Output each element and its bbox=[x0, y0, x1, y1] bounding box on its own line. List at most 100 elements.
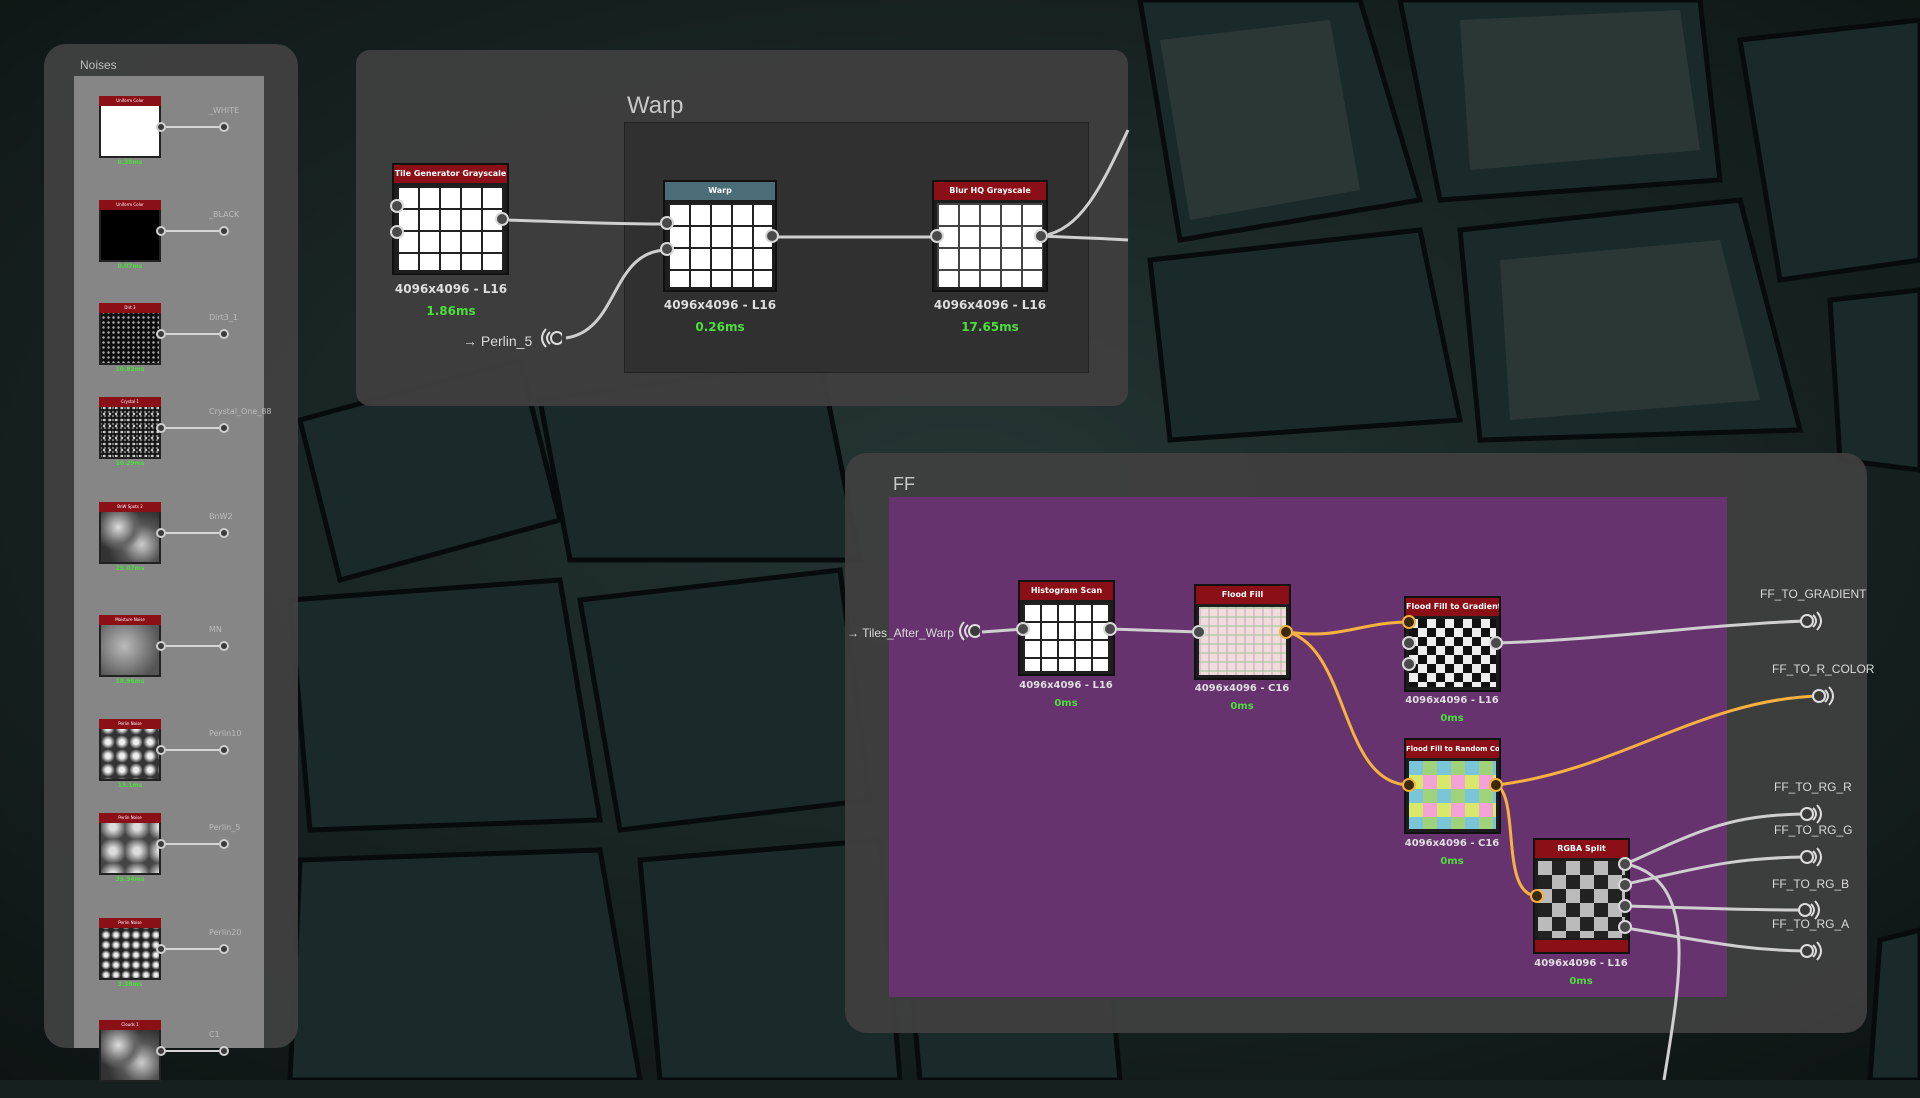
noise-node-timing: 0.07ms bbox=[117, 263, 143, 270]
noise-graph-output-icon[interactable] bbox=[219, 944, 229, 954]
flood-fill-output[interactable] bbox=[1279, 625, 1293, 639]
output-icon-ff-to-rg-b[interactable] bbox=[1798, 897, 1824, 923]
noise-output-port[interactable] bbox=[156, 1046, 166, 1056]
noise-graph-output-icon[interactable] bbox=[219, 1046, 229, 1056]
output-icon-ff-to-rg-r[interactable] bbox=[1800, 801, 1826, 827]
flood-fill-node[interactable]: Flood Fill bbox=[1194, 584, 1291, 680]
noise-graph-output-icon[interactable] bbox=[219, 641, 229, 651]
noise-output-port[interactable] bbox=[156, 944, 166, 954]
noise-output-label: Crystal_One_88 bbox=[209, 407, 272, 416]
tile-generator-node[interactable]: Tile Generator Grayscale bbox=[392, 163, 509, 275]
noise-node[interactable]: BnW Spots 2 29.07ms BnW2 bbox=[99, 502, 269, 580]
flood-fill-to-random-color-title: Flood Fill to Random Color bbox=[1406, 740, 1499, 758]
histogram-scan-output[interactable] bbox=[1103, 622, 1117, 636]
output-icon-ff-to-gradient[interactable] bbox=[1800, 608, 1826, 634]
noise-node-title: Dirt 3 bbox=[99, 303, 161, 313]
flood-fill-input[interactable] bbox=[1192, 625, 1206, 639]
flood-fill-to-random-color-input[interactable] bbox=[1402, 778, 1416, 792]
noise-graph-output-icon[interactable] bbox=[219, 423, 229, 433]
noise-output-label: _WHITE bbox=[209, 106, 240, 115]
tile-generator-output[interactable] bbox=[495, 212, 509, 226]
noise-output-port[interactable] bbox=[156, 641, 166, 651]
noise-node[interactable]: Perlin Noise 3.38ms Perlin20 bbox=[99, 918, 269, 996]
rgba-split-timing: 0ms bbox=[1569, 976, 1593, 987]
noise-graph-output-icon[interactable] bbox=[219, 839, 229, 849]
noise-node[interactable]: Perlin Noise 13.1ms Perlin10 bbox=[99, 719, 269, 797]
noise-output-port[interactable] bbox=[156, 839, 166, 849]
warp-node-input-1[interactable] bbox=[660, 216, 674, 230]
noise-graph-output-icon[interactable] bbox=[219, 122, 229, 132]
noise-output-port[interactable] bbox=[156, 423, 166, 433]
output-icon-ff-to-rg-g[interactable] bbox=[1800, 844, 1826, 870]
noise-node-title: BnW Spots 2 bbox=[99, 502, 161, 512]
flood-fill-to-gradient-input-1[interactable] bbox=[1402, 615, 1416, 629]
noise-output-wire bbox=[161, 126, 223, 128]
flood-fill-to-gradient-output[interactable] bbox=[1489, 636, 1503, 650]
flood-fill-to-gradient-input-3[interactable] bbox=[1402, 657, 1416, 671]
noise-output-wire bbox=[161, 645, 223, 647]
noise-output-port[interactable] bbox=[156, 745, 166, 755]
flood-fill-to-random-color-timing: 0ms bbox=[1440, 856, 1464, 867]
flood-fill-to-random-color-node[interactable]: Flood Fill to Random Color bbox=[1404, 738, 1501, 834]
blur-hq-output[interactable] bbox=[1034, 229, 1048, 243]
flood-fill-to-gradient-input-2[interactable] bbox=[1402, 636, 1416, 650]
noise-node[interactable]: Dirt 3 10.82ms Dirt3_1 bbox=[99, 303, 269, 381]
output-icon-ff-to-rg-a[interactable] bbox=[1800, 938, 1826, 964]
tiles-after-warp-input-label: → Tiles_After_Warp bbox=[847, 626, 954, 640]
rgba-split-output-a[interactable] bbox=[1618, 920, 1632, 934]
noise-node[interactable]: Crystal 1 10.29ms Crystal_One_88 bbox=[99, 397, 272, 475]
noise-output-wire bbox=[161, 1050, 223, 1052]
rgba-split-input[interactable] bbox=[1530, 889, 1544, 903]
warp-node-title: Warp bbox=[665, 182, 775, 200]
noise-node[interactable]: Clouds 1 C1 bbox=[99, 1020, 269, 1098]
blur-hq-node[interactable]: Blur HQ Grayscale bbox=[932, 180, 1048, 292]
flood-fill-to-gradient-timing: 0ms bbox=[1440, 713, 1464, 724]
rgba-split-thumbnail bbox=[1538, 861, 1625, 938]
tile-generator-input-2[interactable] bbox=[390, 225, 404, 239]
output-label-ff-to-r-color: FF_TO_R_COLOR bbox=[1772, 662, 1875, 676]
noise-graph-output-icon[interactable] bbox=[219, 528, 229, 538]
blur-hq-title: Blur HQ Grayscale bbox=[934, 182, 1046, 200]
warp-node-input-2[interactable] bbox=[660, 242, 674, 256]
warp-node[interactable]: Warp bbox=[663, 180, 777, 292]
rgba-split-output-g[interactable] bbox=[1618, 878, 1632, 892]
tile-generator-input-1[interactable] bbox=[390, 199, 404, 213]
noise-output-port[interactable] bbox=[156, 528, 166, 538]
tiles-input-signal-icon[interactable] bbox=[954, 618, 980, 644]
noise-node[interactable]: Uniform Color 0.07ms _BLACK bbox=[99, 200, 269, 278]
noise-node-title: Perlin Noise bbox=[99, 813, 161, 823]
noises-frame-title: Noises bbox=[80, 58, 117, 72]
noise-output-port[interactable] bbox=[156, 226, 166, 236]
rgba-split-node[interactable]: RGBA Split bbox=[1533, 838, 1630, 954]
perlin-input-signal-icon[interactable] bbox=[536, 325, 562, 351]
warp-node-output[interactable] bbox=[765, 229, 779, 243]
noise-graph-output-icon[interactable] bbox=[219, 745, 229, 755]
blur-hq-thumbnail bbox=[937, 203, 1043, 287]
noise-node[interactable]: Moisture Noise 18.96ms MN bbox=[99, 615, 269, 693]
blur-hq-input[interactable] bbox=[930, 229, 944, 243]
noise-output-port[interactable] bbox=[156, 329, 166, 339]
tile-generator-title: Tile Generator Grayscale bbox=[394, 165, 507, 183]
histogram-scan-node[interactable]: Histogram Scan bbox=[1018, 580, 1115, 676]
warp-node-resolution: 4096x4096 - L16 bbox=[663, 298, 777, 312]
flood-fill-to-random-color-thumbnail bbox=[1409, 761, 1496, 829]
histogram-scan-resolution: 4096x4096 - L16 bbox=[1019, 680, 1113, 691]
flood-fill-to-gradient-node[interactable]: Flood Fill to Gradient bbox=[1404, 596, 1501, 692]
ff-frame-title: FF bbox=[893, 474, 915, 494]
histogram-scan-input[interactable] bbox=[1016, 622, 1030, 636]
rgba-split-output-b[interactable] bbox=[1618, 899, 1632, 913]
noise-output-port[interactable] bbox=[156, 122, 166, 132]
output-icon-ff-to-r-color[interactable] bbox=[1812, 683, 1838, 709]
warp-node-timing: 0.26ms bbox=[695, 320, 745, 334]
rgba-split-resolution: 4096x4096 - L16 bbox=[1534, 958, 1628, 969]
flood-fill-to-gradient-title: Flood Fill to Gradient bbox=[1406, 598, 1499, 616]
noise-graph-output-icon[interactable] bbox=[219, 226, 229, 236]
noise-node[interactable]: Uniform Color 0.38ms _WHITE bbox=[99, 96, 269, 174]
noise-node[interactable]: Perlin Noise 35.54ms Perlin_5 bbox=[99, 813, 269, 891]
rgba-split-output-r[interactable] bbox=[1618, 857, 1632, 871]
noise-graph-output-icon[interactable] bbox=[219, 329, 229, 339]
flood-fill-to-random-color-output[interactable] bbox=[1489, 778, 1503, 792]
output-label-ff-to-rg-r: FF_TO_RG_R bbox=[1774, 780, 1852, 794]
noise-node-title: Uniform Color bbox=[99, 200, 161, 210]
warp-node-thumbnail bbox=[668, 203, 772, 287]
